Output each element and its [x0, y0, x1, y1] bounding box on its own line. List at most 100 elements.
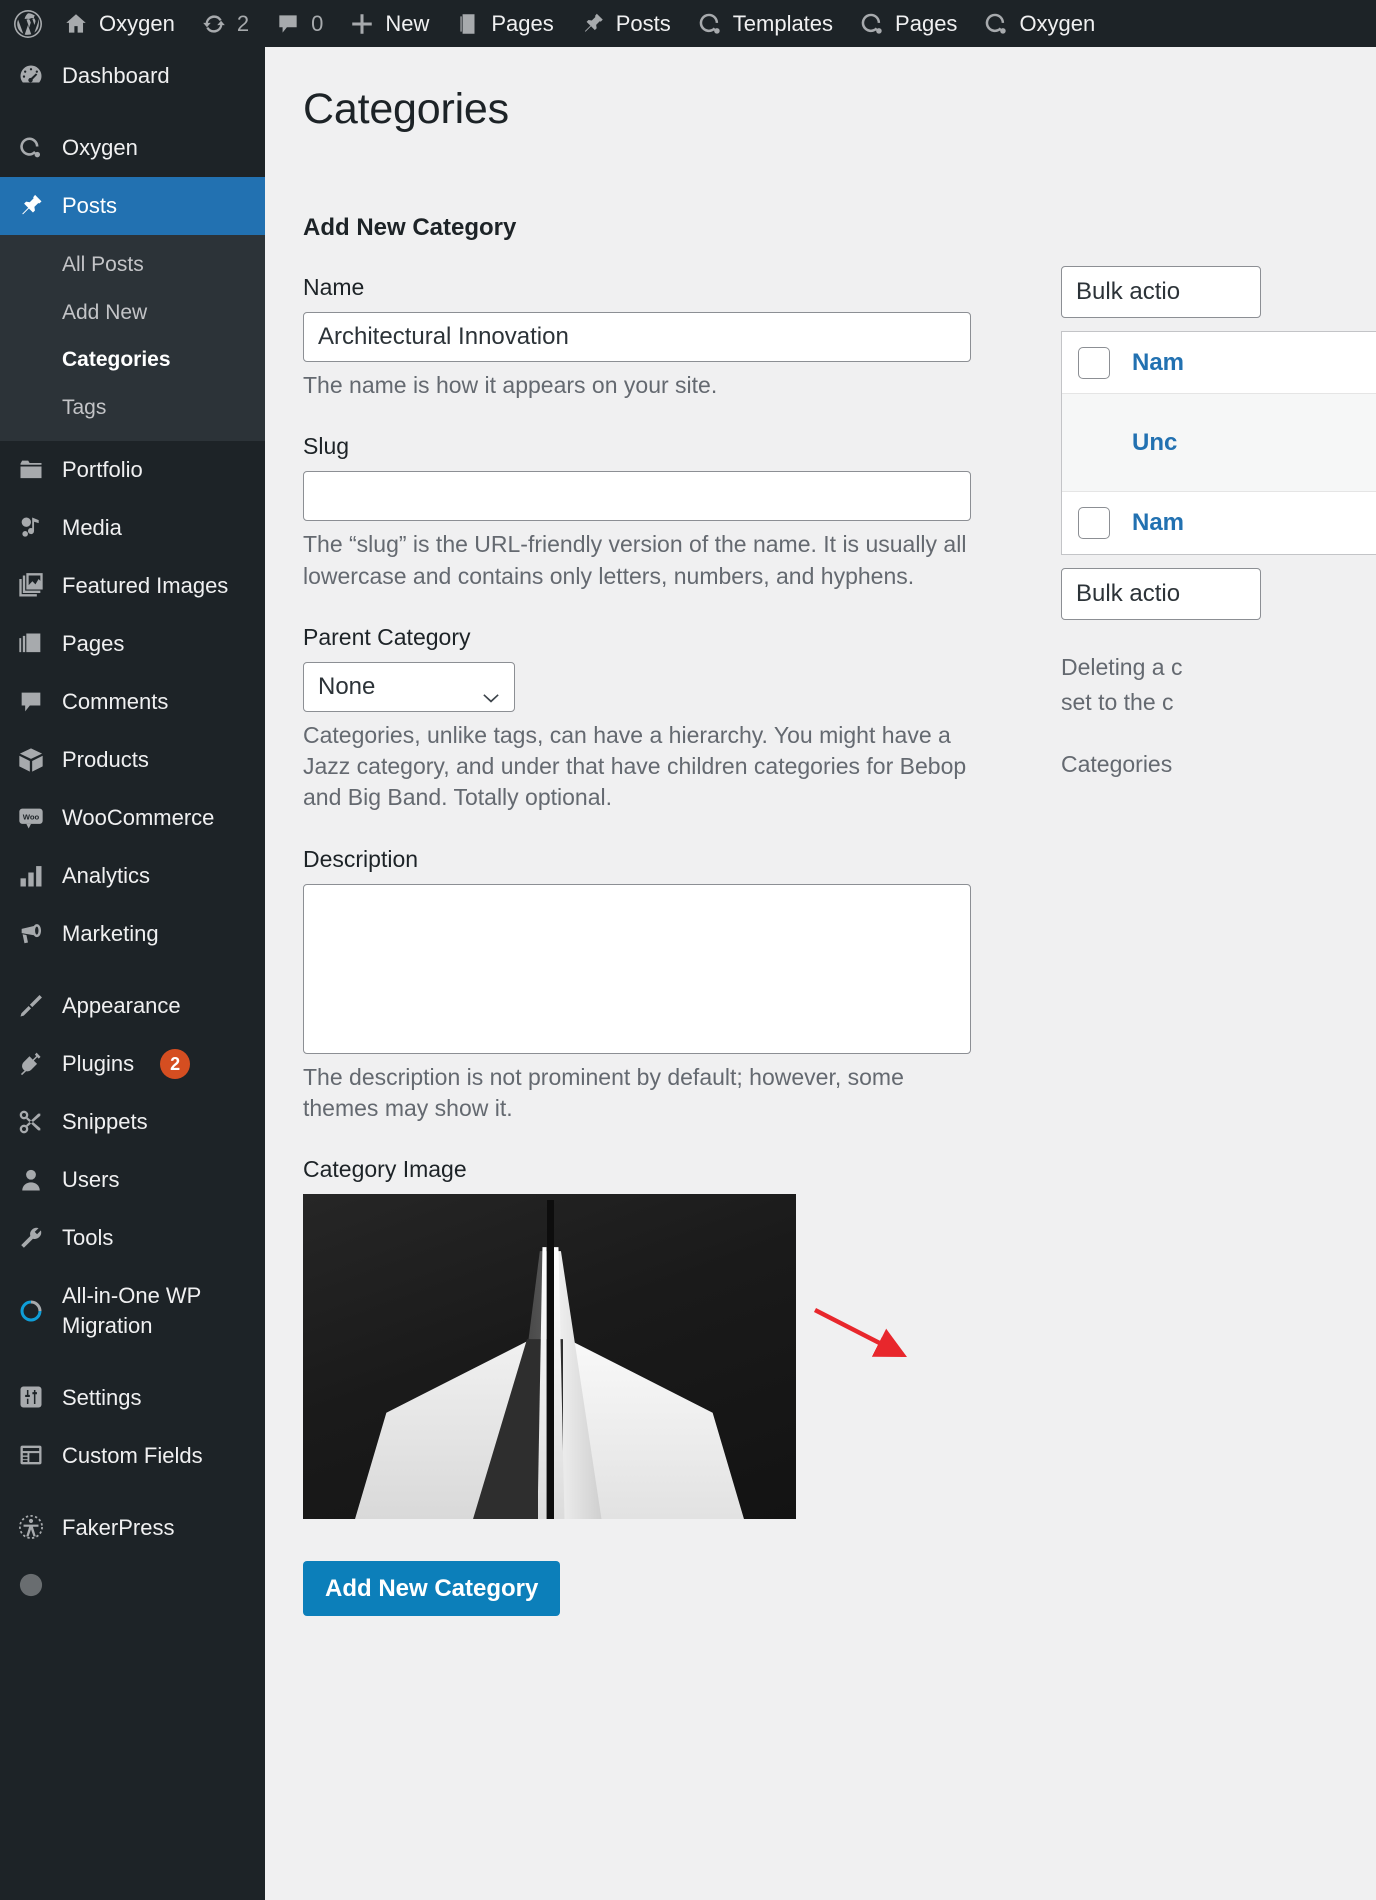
page-icon [455, 11, 481, 37]
updates-icon [201, 11, 227, 37]
sidebar-item-label: Dashboard [62, 63, 170, 89]
description-help: The description is not prominent by defa… [303, 1063, 904, 1121]
sidebar-item-label: All-in-One WP Migration [62, 1283, 201, 1338]
description-textarea[interactable] [303, 883, 971, 1054]
row-name-link[interactable]: Unc [1132, 429, 1177, 457]
admin-bar-posts-label: Posts [615, 10, 671, 36]
admin-bar-templates[interactable]: Templates [684, 0, 846, 47]
parent-category-select[interactable]: None [303, 661, 515, 712]
sidebar-item-tools[interactable]: Tools [0, 1209, 265, 1267]
select-all-checkbox-footer[interactable] [1078, 507, 1110, 539]
media-icon [16, 513, 46, 543]
sidebar-item-label: Oxygen [62, 135, 138, 161]
admin-bar-updates[interactable]: 2 [188, 0, 262, 47]
dashboard-icon [16, 61, 46, 91]
sidebar-item-all-in-one-wp-migration[interactable]: All-in-One WP Migration [0, 1267, 265, 1354]
chevron-down-icon [483, 682, 499, 703]
sidebar-item-label: Marketing [62, 921, 159, 947]
category-list-panel: Bulk actio Nam Unc Nam Bulk actio Deleti… [1061, 134, 1376, 805]
home-icon [63, 11, 89, 37]
parent-category-help: Categories, unlike tags, can have a hier… [303, 721, 967, 811]
admin-bar-oxygen[interactable]: Oxygen [970, 0, 1108, 47]
sidebar-item-label: Settings [62, 1384, 142, 1410]
admin-bar-oxygen-pages[interactable]: Pages [846, 0, 970, 47]
table-footer-row: Nam [1062, 492, 1376, 554]
bulk-actions-select-top[interactable]: Bulk actio [1061, 266, 1261, 318]
portfolio-icon [16, 455, 46, 485]
name-label: Name [303, 274, 365, 300]
sidebar-item-tags[interactable]: Tags [0, 384, 265, 432]
sidebar-item-custom-fields[interactable]: Custom Fields [0, 1426, 265, 1484]
sidebar-item-plugins[interactable]: Plugins 2 [0, 1035, 265, 1093]
plus-icon [349, 11, 375, 37]
sidebar-item-collapse-menu[interactable] [0, 1556, 265, 1614]
add-category-form: Add New Category Name The name is how it… [303, 134, 1003, 1617]
slug-label: Slug [303, 433, 350, 460]
column-header-name[interactable]: Nam [1132, 349, 1184, 377]
wrench-icon [16, 1223, 46, 1253]
category-image-preview[interactable] [303, 1194, 796, 1520]
wordpress-logo-icon[interactable] [0, 0, 50, 47]
fakerpress-icon [16, 1512, 46, 1542]
oxygen-icon [16, 133, 46, 163]
categories-note: Categories [1061, 751, 1173, 777]
sidebar-item-dashboard[interactable]: Dashboard [0, 47, 265, 105]
column-footer-name[interactable]: Nam [1132, 509, 1184, 537]
sidebar-item-users[interactable]: Users [0, 1151, 265, 1209]
admin-bar-oxygen-label: Oxygen [1019, 10, 1096, 36]
admin-sidebar: Dashboard Oxygen Posts All Posts Add New… [0, 47, 273, 1900]
sidebar-item-snippets[interactable]: Snippets [0, 1093, 265, 1151]
bulk-actions-select-bottom[interactable]: Bulk actio [1061, 568, 1261, 620]
admin-bar-site-name[interactable]: Oxygen [50, 0, 188, 47]
sidebar-item-label: Analytics [62, 863, 151, 889]
posts-submenu: All Posts Add New Categories Tags [0, 235, 265, 441]
plugins-update-badge: 2 [160, 1049, 191, 1079]
admin-bar-comments[interactable]: 0 [262, 0, 336, 47]
page-title: Categories [303, 85, 509, 133]
sidebar-item-media[interactable]: Media [0, 499, 265, 557]
admin-bar-pages[interactable]: Pages [442, 0, 566, 47]
sidebar-item-portfolio[interactable]: Portfolio [0, 441, 265, 499]
admin-bar-new-content[interactable]: New [336, 0, 442, 47]
field-slug: Slug The “slug” is the URL-friendly vers… [303, 433, 1003, 592]
sidebar-item-appearance[interactable]: Appearance [0, 977, 265, 1035]
sidebar-item-label: Portfolio [62, 457, 143, 483]
sidebar-separator [0, 105, 265, 119]
form-heading: Add New Category [303, 214, 517, 241]
user-icon [16, 1165, 46, 1195]
sidebar-item-posts[interactable]: Posts [0, 177, 273, 235]
bulk-actions-bottom-value: Bulk actio [1076, 580, 1181, 607]
sidebar-item-analytics[interactable]: Analytics [0, 847, 265, 905]
sidebar-item-products[interactable]: Products [0, 731, 265, 789]
description-label: Description [303, 845, 419, 872]
oxygen-icon [697, 11, 723, 37]
admin-bar-pages-label: Pages [491, 10, 554, 36]
sidebar-item-featured-images[interactable]: Featured Images [0, 557, 265, 615]
sidebar-item-label: Snippets [62, 1109, 148, 1135]
name-input[interactable] [303, 312, 971, 362]
add-new-category-button[interactable]: Add New Category [303, 1561, 561, 1617]
scissors-icon [16, 1107, 46, 1137]
sidebar-item-woocommerce[interactable]: Woo WooCommerce [0, 789, 265, 847]
sidebar-item-oxygen[interactable]: Oxygen [0, 119, 265, 177]
delete-note-line-1: Deleting a c [1061, 654, 1183, 680]
slug-input[interactable] [303, 471, 971, 522]
sidebar-item-all-posts[interactable]: All Posts [0, 241, 265, 289]
oxygen-icon [859, 11, 885, 37]
sidebar-item-pages[interactable]: Pages [0, 615, 265, 673]
sidebar-item-label: FakerPress [62, 1514, 175, 1540]
admin-bar-posts[interactable]: Posts [567, 0, 684, 47]
field-category-image: Category Image [303, 1156, 1003, 1520]
sidebar-item-label: Appearance [62, 993, 181, 1019]
sidebar-item-marketing[interactable]: Marketing [0, 905, 265, 963]
sidebar-item-settings[interactable]: Settings [0, 1368, 265, 1426]
sidebar-item-comments[interactable]: Comments [0, 673, 265, 731]
sidebar-item-label: Posts [62, 193, 118, 219]
sidebar-item-fakerpress[interactable]: FakerPress [0, 1498, 265, 1556]
parent-category-value: None [318, 672, 376, 700]
sidebar-item-add-new[interactable]: Add New [0, 289, 265, 337]
paintbrush-icon [16, 991, 46, 1021]
select-all-checkbox[interactable] [1078, 346, 1110, 379]
sidebar-item-categories[interactable]: Categories [0, 336, 265, 384]
main-content: Categories Add New Category Name The nam… [265, 47, 1376, 1900]
